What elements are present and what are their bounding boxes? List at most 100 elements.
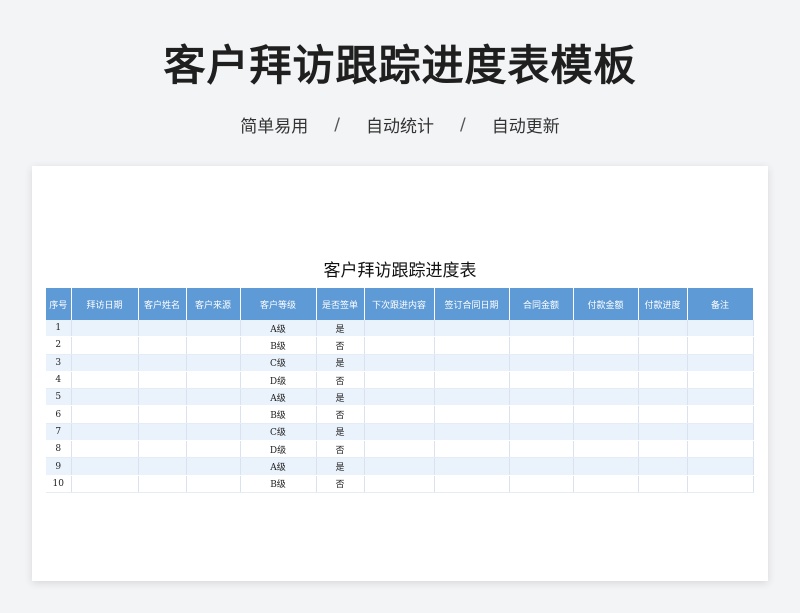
table-cell[interactable] — [434, 423, 510, 442]
cell-index[interactable]: 3 — [46, 354, 72, 372]
table-cell[interactable] — [509, 388, 574, 407]
table-cell[interactable] — [364, 354, 435, 372]
table-cell[interactable] — [71, 336, 139, 355]
cell-customer-level[interactable]: B级 — [240, 336, 317, 355]
cell-index[interactable]: 10 — [46, 475, 72, 493]
column-header[interactable]: 是否签单 — [316, 288, 365, 320]
column-header[interactable]: 序号 — [46, 288, 72, 320]
cell-customer-level[interactable]: A级 — [240, 320, 317, 338]
table-cell[interactable] — [71, 354, 139, 372]
cell-customer-level[interactable]: D级 — [240, 371, 317, 390]
table-cell[interactable] — [687, 354, 754, 372]
table-cell[interactable] — [509, 457, 574, 476]
table-cell[interactable] — [434, 405, 510, 424]
table-cell[interactable] — [434, 388, 510, 407]
table-cell[interactable] — [138, 475, 187, 493]
table-cell[interactable] — [638, 320, 688, 338]
table-cell[interactable] — [71, 320, 139, 338]
table-cell[interactable] — [434, 457, 510, 476]
column-header[interactable]: 签订合同日期 — [434, 288, 510, 320]
table-cell[interactable] — [509, 475, 574, 493]
table-cell[interactable] — [687, 423, 754, 442]
table-cell[interactable] — [573, 423, 639, 442]
table-cell[interactable] — [687, 336, 754, 355]
cell-customer-level[interactable]: A级 — [240, 388, 317, 407]
table-cell[interactable] — [186, 440, 241, 459]
table-cell[interactable] — [186, 405, 241, 424]
cell-index[interactable]: 4 — [46, 371, 72, 390]
table-cell[interactable] — [364, 371, 435, 390]
cell-index[interactable]: 8 — [46, 440, 72, 459]
table-cell[interactable] — [434, 475, 510, 493]
table-cell[interactable] — [186, 371, 241, 390]
table-cell[interactable] — [434, 371, 510, 390]
table-cell[interactable] — [573, 457, 639, 476]
table-cell[interactable] — [638, 354, 688, 372]
column-header[interactable]: 客户等级 — [240, 288, 317, 320]
cell-customer-level[interactable]: B级 — [240, 405, 317, 424]
table-cell[interactable] — [638, 457, 688, 476]
table-cell[interactable] — [186, 336, 241, 355]
table-cell[interactable] — [364, 457, 435, 476]
table-cell[interactable] — [509, 336, 574, 355]
table-cell[interactable] — [638, 336, 688, 355]
table-cell[interactable] — [509, 371, 574, 390]
table-cell[interactable] — [71, 405, 139, 424]
table-cell[interactable] — [687, 405, 754, 424]
cell-index[interactable]: 9 — [46, 457, 72, 476]
table-cell[interactable] — [687, 388, 754, 407]
cell-customer-level[interactable]: A级 — [240, 457, 317, 476]
column-header[interactable]: 客户来源 — [186, 288, 241, 320]
table-cell[interactable] — [186, 320, 241, 338]
table-cell[interactable] — [186, 423, 241, 442]
table-cell[interactable] — [509, 354, 574, 372]
table-cell[interactable] — [186, 388, 241, 407]
cell-index[interactable]: 5 — [46, 388, 72, 407]
column-header[interactable]: 拜访日期 — [71, 288, 139, 320]
cell-customer-level[interactable]: D级 — [240, 440, 317, 459]
table-cell[interactable] — [138, 354, 187, 372]
table-cell[interactable] — [71, 475, 139, 493]
table-cell[interactable] — [573, 320, 639, 338]
table-cell[interactable] — [687, 457, 754, 476]
table-cell[interactable] — [71, 371, 139, 390]
table-cell[interactable] — [138, 320, 187, 338]
table-cell[interactable] — [573, 440, 639, 459]
cell-index[interactable]: 7 — [46, 423, 72, 442]
table-cell[interactable] — [638, 440, 688, 459]
cell-signed[interactable]: 是 — [316, 388, 365, 407]
cell-signed[interactable]: 否 — [316, 405, 365, 424]
table-cell[interactable] — [364, 320, 435, 338]
table-cell[interactable] — [687, 371, 754, 390]
table-cell[interactable] — [509, 320, 574, 338]
cell-signed[interactable]: 否 — [316, 336, 365, 355]
table-cell[interactable] — [573, 336, 639, 355]
column-header[interactable]: 下次跟进内容 — [364, 288, 435, 320]
table-cell[interactable] — [364, 405, 435, 424]
cell-signed[interactable]: 是 — [316, 320, 365, 338]
table-cell[interactable] — [509, 423, 574, 442]
table-cell[interactable] — [138, 440, 187, 459]
column-header[interactable]: 付款进度 — [638, 288, 688, 320]
cell-signed[interactable]: 是 — [316, 354, 365, 372]
cell-signed[interactable]: 是 — [316, 423, 365, 442]
table-cell[interactable] — [138, 423, 187, 442]
table-cell[interactable] — [573, 405, 639, 424]
table-cell[interactable] — [138, 405, 187, 424]
table-cell[interactable] — [71, 423, 139, 442]
cell-customer-level[interactable]: C级 — [240, 354, 317, 372]
table-cell[interactable] — [434, 354, 510, 372]
table-cell[interactable] — [364, 423, 435, 442]
table-cell[interactable] — [573, 354, 639, 372]
table-cell[interactable] — [71, 457, 139, 476]
cell-signed[interactable]: 否 — [316, 475, 365, 493]
table-cell[interactable] — [364, 440, 435, 459]
table-cell[interactable] — [138, 388, 187, 407]
table-cell[interactable] — [434, 320, 510, 338]
table-cell[interactable] — [186, 457, 241, 476]
table-cell[interactable] — [186, 475, 241, 493]
table-cell[interactable] — [509, 440, 574, 459]
table-cell[interactable] — [638, 423, 688, 442]
table-cell[interactable] — [364, 388, 435, 407]
table-cell[interactable] — [186, 354, 241, 372]
